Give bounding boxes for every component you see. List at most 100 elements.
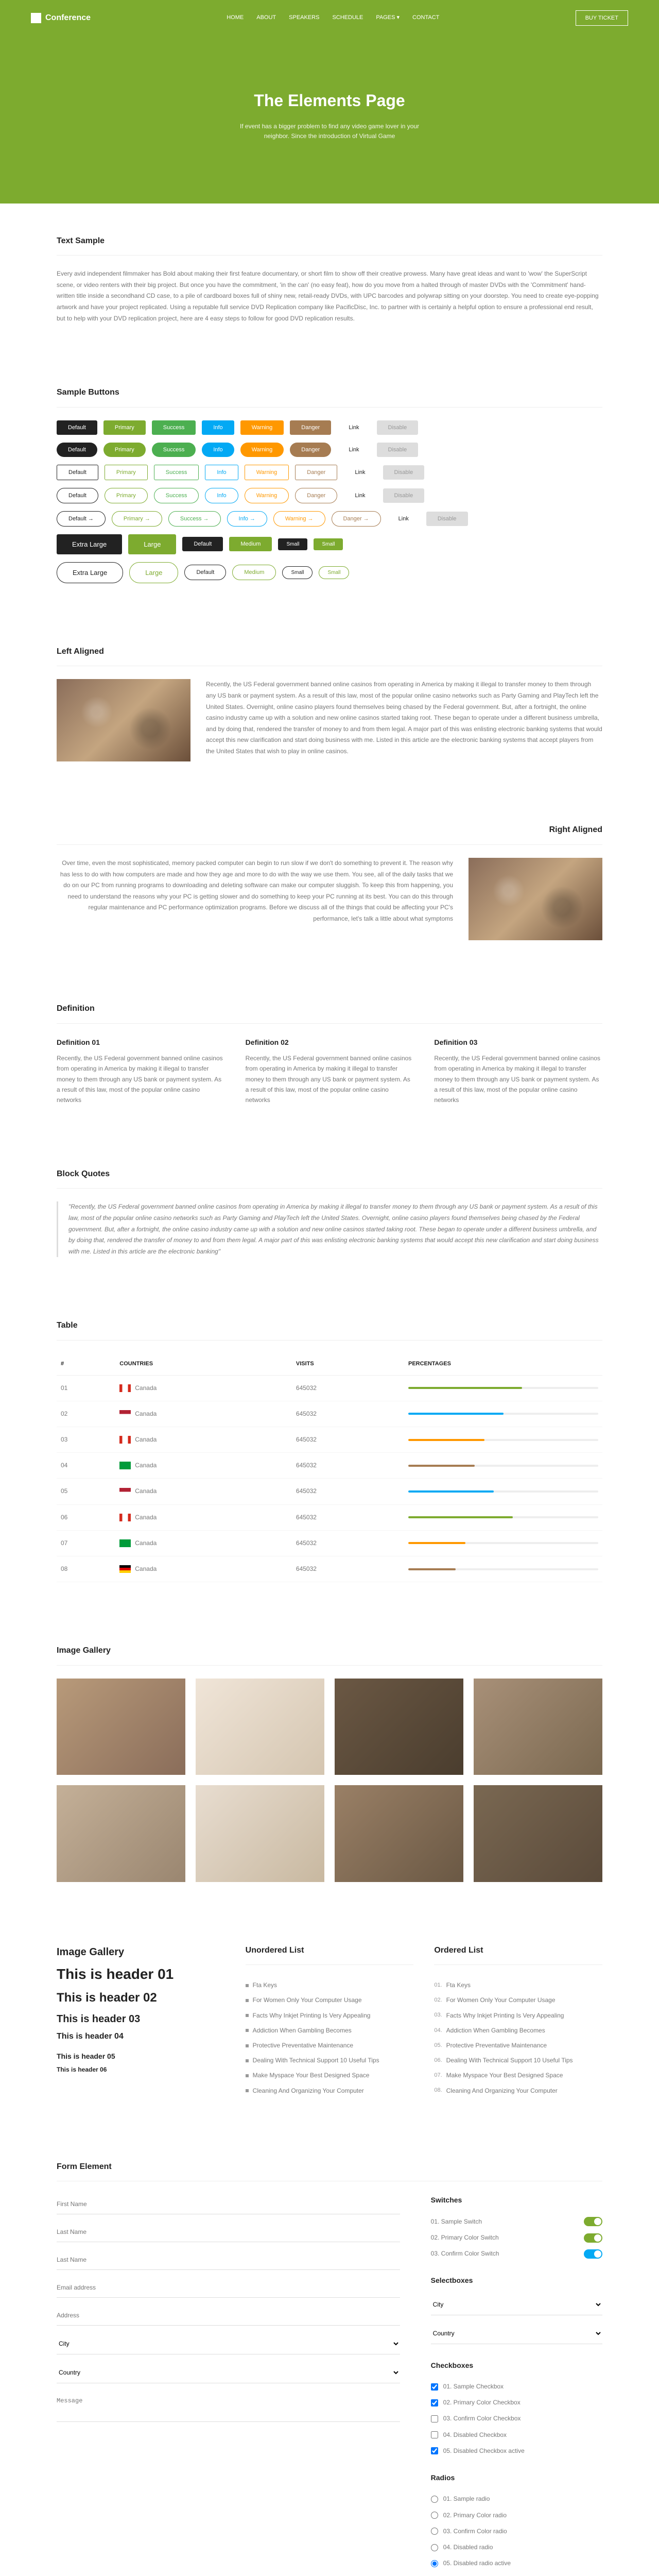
link-button[interactable]: Link [343, 465, 376, 480]
info-button[interactable]: Info [205, 488, 238, 503]
danger-button[interactable]: Danger [295, 465, 337, 480]
size-button[interactable]: Default [182, 537, 223, 551]
country-select[interactable]: Country [431, 2323, 602, 2344]
main-menu: HOME ABOUT SPEAKERS SCHEDULE PAGES ▾ CON… [227, 13, 439, 23]
default-button[interactable]: Default [57, 465, 98, 480]
size-button[interactable]: Extra Large [57, 534, 122, 554]
switch-toggle[interactable] [584, 2217, 602, 2226]
country-select[interactable]: Country [57, 2362, 400, 2383]
gallery-image[interactable] [196, 1785, 324, 1882]
size-button[interactable]: Default [184, 565, 226, 580]
default-button[interactable]: Default [57, 488, 98, 503]
size-button[interactable]: Medium [229, 537, 272, 551]
section-title: Text Sample [57, 234, 602, 256]
size-button[interactable]: Large [129, 562, 178, 583]
link-button[interactable]: Link [387, 512, 420, 526]
radio[interactable] [431, 2496, 438, 2503]
buy-ticket-button[interactable]: BUY TICKET [576, 10, 628, 26]
success-button[interactable]: Success [154, 465, 199, 480]
disable-button[interactable]: Disable [383, 465, 425, 480]
checkbox[interactable] [431, 2383, 438, 2391]
table-row: 06Canada645032 [57, 1504, 602, 1530]
address-input[interactable] [57, 2306, 400, 2326]
size-button[interactable]: Medium [232, 565, 276, 580]
danger-button[interactable]: Danger [290, 443, 331, 457]
link-button[interactable]: Link [337, 420, 370, 435]
success-button[interactable]: Success → [168, 511, 221, 527]
disable-button[interactable]: Disable [383, 488, 425, 503]
info-button[interactable]: Info → [227, 511, 267, 527]
info-button[interactable]: Info [202, 420, 234, 435]
checkbox[interactable] [431, 2399, 438, 2406]
primary-button[interactable]: Primary [103, 443, 146, 457]
section-title: Definition [57, 1002, 602, 1024]
first-name-input[interactable] [57, 2194, 400, 2214]
danger-button[interactable]: Danger [295, 488, 337, 503]
warning-button[interactable]: Warning [245, 465, 289, 480]
table-row: 07Canada645032 [57, 1530, 602, 1556]
primary-button[interactable]: Primary [105, 488, 148, 503]
warning-button[interactable]: Warning [245, 488, 289, 503]
h5-sample: This is header 05 [57, 2050, 225, 2062]
size-button[interactable]: Small [278, 538, 307, 550]
gallery-image[interactable] [57, 1785, 185, 1882]
gallery-image[interactable] [196, 1679, 324, 1775]
disable-button[interactable]: Disable [426, 512, 468, 526]
switch-toggle[interactable] [584, 2249, 602, 2259]
radio[interactable] [431, 2528, 438, 2535]
warning-button[interactable]: Warning [240, 443, 284, 457]
size-button[interactable]: Small [319, 566, 349, 579]
section-title: Image Gallery [57, 1644, 602, 1666]
nav-home[interactable]: HOME [227, 13, 244, 23]
list-item: Make Myspace Your Best Designed Space [246, 2068, 414, 2083]
gallery-image[interactable] [57, 1679, 185, 1775]
city-select[interactable]: City [431, 2294, 602, 2315]
success-button[interactable]: Success [152, 420, 196, 435]
danger-button[interactable]: Danger [290, 420, 331, 435]
size-button[interactable]: Large [128, 534, 176, 554]
primary-button[interactable]: Primary [105, 465, 148, 480]
checkbox[interactable] [431, 2415, 438, 2422]
email-input[interactable] [57, 2278, 400, 2298]
warning-button[interactable]: Warning → [273, 511, 325, 527]
checkbox[interactable] [431, 2447, 438, 2454]
size-button[interactable]: Small [314, 538, 343, 550]
success-button[interactable]: Success [154, 488, 199, 503]
gallery-image[interactable] [474, 1785, 602, 1882]
primary-button[interactable]: Primary [103, 420, 146, 435]
default-button[interactable]: Default [57, 420, 97, 435]
nav-pages[interactable]: PAGES ▾ [376, 13, 400, 23]
radio[interactable] [431, 2544, 438, 2551]
switch-toggle[interactable] [584, 2233, 602, 2243]
size-button[interactable]: Extra Large [57, 562, 123, 583]
gallery-image[interactable] [474, 1679, 602, 1775]
info-button[interactable]: Info [205, 465, 238, 480]
disable-button[interactable]: Disable [377, 443, 419, 457]
message-input[interactable] [57, 2391, 400, 2422]
h2-sample: This is header 02 [57, 1988, 225, 2008]
primary-button[interactable]: Primary → [112, 511, 162, 527]
radio[interactable] [431, 2560, 438, 2567]
info-button[interactable]: Info [202, 443, 234, 457]
radio[interactable] [431, 2512, 438, 2519]
last-name-input-2[interactable] [57, 2250, 400, 2270]
checkbox[interactable] [431, 2431, 438, 2438]
success-button[interactable]: Success [152, 443, 196, 457]
link-button[interactable]: Link [337, 443, 370, 457]
link-button[interactable]: Link [343, 488, 376, 503]
nav-about[interactable]: ABOUT [256, 13, 276, 23]
nav-schedule[interactable]: SCHEDULE [332, 13, 363, 23]
nav-speakers[interactable]: SPEAKERS [289, 13, 319, 23]
logo[interactable]: Conference [31, 11, 91, 25]
nav-contact[interactable]: CONTACT [412, 13, 439, 23]
last-name-input[interactable] [57, 2222, 400, 2242]
city-select[interactable]: City [57, 2333, 400, 2354]
disable-button[interactable]: Disable [377, 420, 419, 435]
gallery-image[interactable] [335, 1679, 463, 1775]
warning-button[interactable]: Warning [240, 420, 284, 435]
danger-button[interactable]: Danger → [332, 511, 381, 527]
gallery-image[interactable] [335, 1785, 463, 1882]
default-button[interactable]: Default → [57, 511, 106, 527]
size-button[interactable]: Small [282, 566, 313, 579]
default-button[interactable]: Default [57, 443, 97, 457]
